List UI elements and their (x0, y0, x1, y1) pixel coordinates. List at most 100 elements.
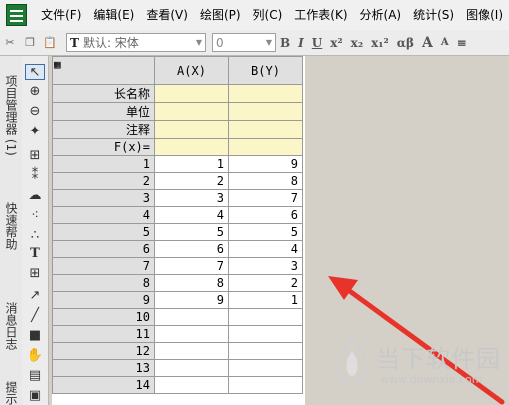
decrease-font-button[interactable]: A (441, 37, 449, 48)
chevron-down-icon[interactable]: ▼ (263, 38, 275, 47)
tab-project-explorer[interactable]: 项目管理器 (1) (0, 60, 22, 170)
underline-button[interactable]: U (312, 36, 322, 50)
draw-data-icon[interactable]: ☁ (25, 188, 45, 204)
meta-cell[interactable] (154, 120, 229, 139)
scatter-icon[interactable]: ∴ (25, 228, 45, 244)
arrow-tool-icon[interactable]: ↗ (25, 288, 45, 304)
cell-b[interactable]: 5 (228, 223, 303, 241)
screen-reader-icon[interactable]: ⊞ (25, 148, 45, 164)
row-header[interactable]: 11 (52, 325, 155, 343)
text-tool-icon[interactable]: T (25, 246, 45, 262)
cell-a[interactable] (154, 308, 229, 326)
zoom-out-icon[interactable]: ⊖ (25, 104, 45, 120)
cell-b[interactable] (228, 359, 303, 377)
cell-a[interactable]: 3 (154, 189, 229, 207)
cell-b[interactable]: 7 (228, 189, 303, 207)
row-header[interactable]: 14 (52, 376, 155, 394)
insert-image-icon[interactable]: ▣ (25, 388, 45, 404)
cell-a[interactable]: 6 (154, 240, 229, 258)
meta-cell[interactable] (154, 102, 229, 121)
row-header[interactable]: 10 (52, 308, 155, 326)
row-header[interactable]: 3 (52, 189, 155, 207)
mask-icon[interactable]: ⁑ (25, 168, 45, 184)
cell-a[interactable]: 9 (154, 291, 229, 309)
menu-view[interactable]: 查看(V) (140, 0, 194, 30)
row-header[interactable]: 2 (52, 172, 155, 190)
menu-statistics[interactable]: 统计(S) (407, 0, 460, 30)
meta-cell[interactable] (228, 120, 303, 139)
meta-cell[interactable] (154, 138, 229, 156)
align-button[interactable]: ≡ (457, 36, 467, 50)
select-all-corner[interactable]: ▦ (52, 56, 155, 85)
app-icon[interactable] (6, 4, 28, 26)
cell-b[interactable]: 1 (228, 291, 303, 309)
row-header[interactable]: 7 (52, 257, 155, 275)
chevron-down-icon[interactable]: ▼ (193, 38, 205, 47)
tab-message-log[interactable]: 消息日志 (0, 286, 22, 366)
row-header[interactable]: 4 (52, 206, 155, 224)
supersubscript-button[interactable]: x₁² (371, 36, 389, 50)
cell-b[interactable] (228, 308, 303, 326)
cell-a[interactable]: 2 (154, 172, 229, 190)
cell-a[interactable]: 4 (154, 206, 229, 224)
row-header[interactable]: 12 (52, 342, 155, 360)
cell-a[interactable] (154, 325, 229, 343)
cell-b[interactable] (228, 342, 303, 360)
cell-b[interactable]: 4 (228, 240, 303, 258)
cell-a[interactable]: 8 (154, 274, 229, 292)
menu-analysis[interactable]: 分析(A) (354, 0, 408, 30)
meta-cell[interactable] (228, 84, 303, 103)
menu-worksheet[interactable]: 工作表(K) (288, 0, 353, 30)
font-size-select[interactable]: 0 ▼ (212, 33, 276, 52)
row-header[interactable]: 5 (52, 223, 155, 241)
meta-cell[interactable] (228, 102, 303, 121)
bold-button[interactable]: B (280, 36, 290, 50)
cell-b[interactable]: 9 (228, 155, 303, 173)
cut-icon[interactable]: ✂ (3, 36, 17, 50)
subscript-button[interactable]: x₂ (351, 36, 363, 50)
cell-b[interactable]: 3 (228, 257, 303, 275)
cell-b[interactable]: 8 (228, 172, 303, 190)
tab-hints[interactable]: 提示 (0, 381, 22, 405)
cell-a[interactable] (154, 359, 229, 377)
pointer-icon[interactable]: ↖ (25, 64, 45, 80)
row-header[interactable]: 8 (52, 274, 155, 292)
cell-b[interactable]: 6 (228, 206, 303, 224)
data-reader-icon[interactable]: ✦ (25, 124, 45, 140)
cell-a[interactable] (154, 342, 229, 360)
cell-b[interactable] (228, 325, 303, 343)
row-header[interactable]: 9 (52, 291, 155, 309)
copy-icon[interactable]: ❐ (23, 36, 37, 50)
menu-column[interactable]: 列(C) (247, 0, 289, 30)
row-header[interactable]: 1 (52, 155, 155, 173)
meta-cell[interactable] (154, 84, 229, 103)
hand-icon[interactable]: ✋ (25, 348, 45, 364)
menu-file[interactable]: 文件(F) (35, 0, 87, 30)
paste-icon[interactable]: 📋 (43, 36, 57, 50)
menu-edit[interactable]: 编辑(E) (87, 0, 140, 30)
cell-b[interactable] (228, 376, 303, 394)
menu-plot[interactable]: 绘图(P) (194, 0, 247, 30)
row-header[interactable]: 13 (52, 359, 155, 377)
column-header-b[interactable]: B(Y) (228, 56, 303, 85)
superscript-button[interactable]: x² (330, 36, 342, 50)
tab-quick-help[interactable]: 快速帮助 (0, 186, 22, 266)
insert-graph-icon[interactable]: ▤ (25, 368, 45, 384)
cell-a[interactable]: 1 (154, 155, 229, 173)
row-header[interactable]: 6 (52, 240, 155, 258)
table-icon[interactable]: ⊞ (25, 266, 45, 282)
meta-cell[interactable] (228, 138, 303, 156)
cell-a[interactable]: 7 (154, 257, 229, 275)
menu-image[interactable]: 图像(I) (460, 0, 509, 30)
increase-font-button[interactable]: A (422, 35, 433, 51)
cell-a[interactable]: 5 (154, 223, 229, 241)
cell-b[interactable]: 2 (228, 274, 303, 292)
italic-button[interactable]: I (298, 36, 304, 50)
zoom-icon[interactable]: ⊕ (25, 84, 45, 100)
column-header-a[interactable]: A(X) (154, 56, 229, 85)
line-tool-icon[interactable]: ╱ (25, 308, 45, 324)
rectangle-tool-icon[interactable]: ■ (25, 328, 45, 344)
region-icon[interactable]: ⁖ (25, 208, 45, 224)
font-name-select[interactable]: T 默认: 宋体 ▼ (66, 33, 206, 52)
greek-button[interactable]: αβ (397, 36, 414, 50)
